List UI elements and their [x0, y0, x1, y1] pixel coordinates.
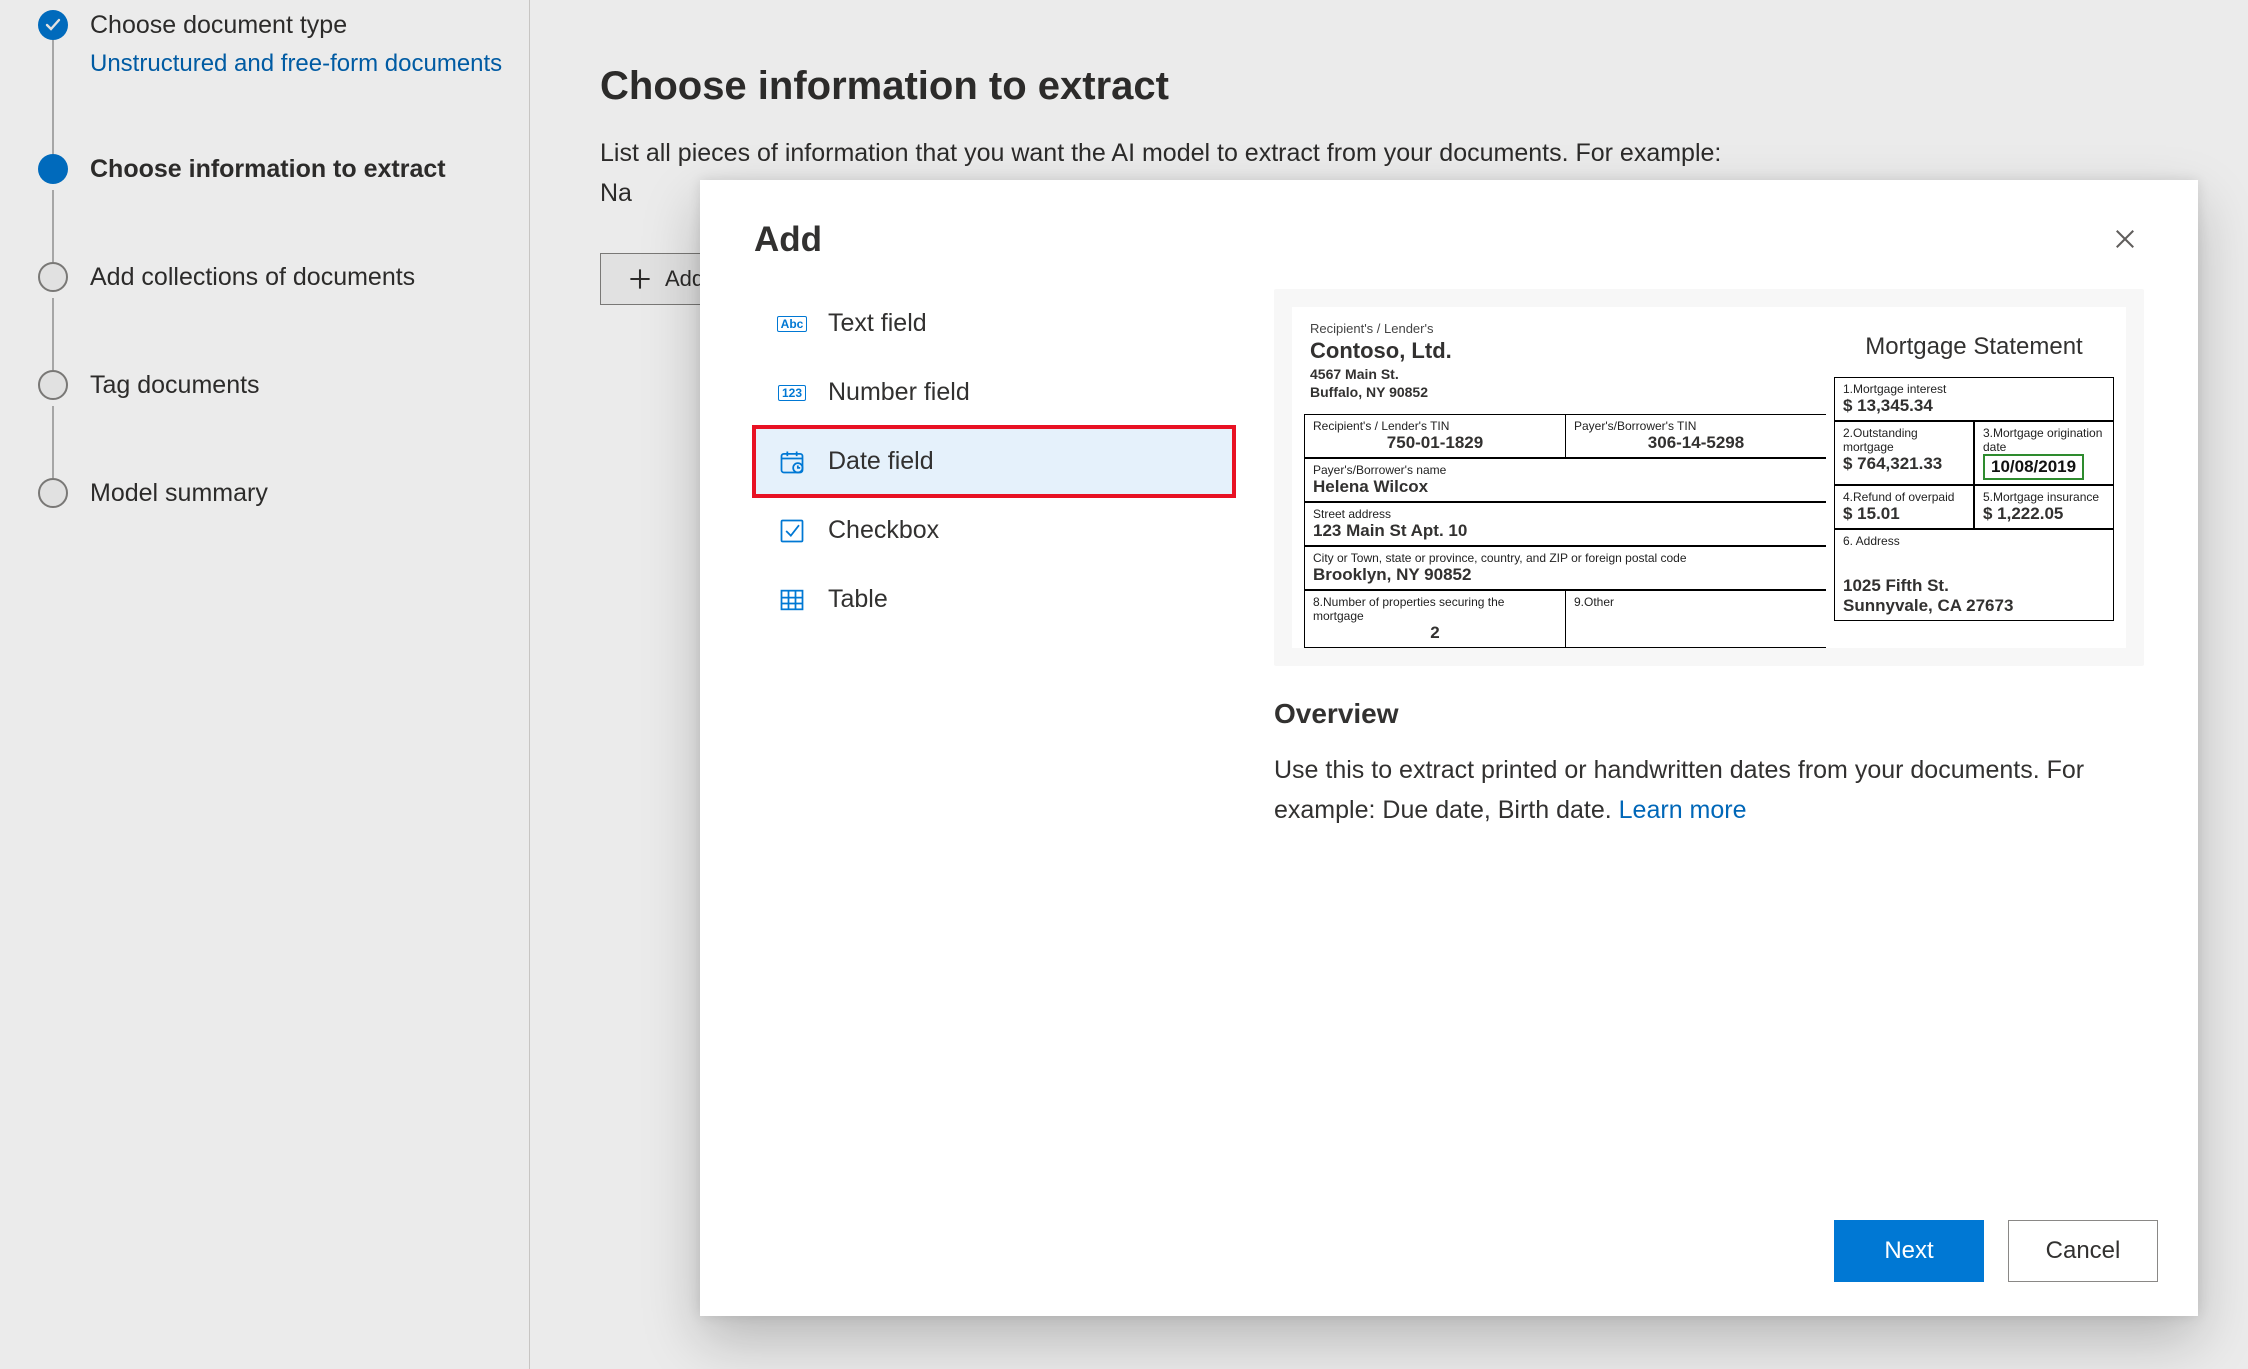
step-title: Tag documents [90, 371, 260, 400]
doc-value: Brooklyn, NY 90852 [1313, 565, 1818, 585]
step-title: Add collections of documents [90, 263, 415, 292]
doc-label: Recipient's / Lender's TIN [1313, 419, 1557, 433]
add-button-label: Add [665, 266, 704, 292]
step-title: Choose document type [90, 11, 502, 40]
todo-step-icon [38, 370, 68, 400]
doc-value: 750-01-1829 [1313, 433, 1557, 453]
doc-value: $ 15.01 [1843, 504, 1965, 524]
doc-addr2: Buffalo, NY 90852 [1310, 384, 1820, 400]
plus-icon [629, 268, 651, 290]
doc-value: 1025 Fifth St. [1843, 576, 2105, 596]
doc-value: 306-14-5298 [1574, 433, 1818, 453]
calendar-icon [778, 448, 806, 476]
close-button[interactable] [2106, 220, 2144, 261]
doc-heading: Mortgage Statement [1834, 333, 2114, 361]
wizard-stepper: Choose document type Unstructured and fr… [0, 0, 530, 1369]
doc-label: 9.Other [1574, 595, 1818, 609]
step-add-collections[interactable]: Add collections of documents [38, 262, 529, 298]
doc-label: 5.Mortgage insurance [1983, 490, 2105, 504]
doc-label: 3.Mortgage origination date [1983, 426, 2105, 454]
close-icon [2114, 228, 2136, 250]
step-subtitle[interactable]: Unstructured and free-form documents [90, 46, 502, 82]
type-label: Table [828, 585, 888, 614]
doc-label: 1.Mortgage interest [1843, 382, 2105, 396]
overview-heading: Overview [1274, 698, 2144, 730]
doc-addr1: 4567 Main St. [1310, 366, 1820, 382]
doc-label: Street address [1313, 507, 1818, 521]
table-icon [778, 586, 806, 614]
modal-title: Add [754, 220, 822, 260]
type-number-field[interactable]: 123 Number field [754, 358, 1234, 427]
doc-recipient-label: Recipient's / Lender's [1310, 321, 1820, 336]
todo-step-icon [38, 478, 68, 508]
doc-value: $ 13,345.34 [1843, 396, 2105, 416]
todo-step-icon [38, 262, 68, 292]
next-button[interactable]: Next [1834, 1220, 1984, 1282]
number-icon: 123 [778, 379, 806, 407]
step-title: Choose information to extract [90, 155, 446, 184]
doc-value: $ 1,222.05 [1983, 504, 2105, 524]
learn-more-link[interactable]: Learn more [1619, 796, 1747, 824]
document-preview: Recipient's / Lender's Contoso, Ltd. 456… [1274, 289, 2144, 666]
type-label: Number field [828, 378, 970, 407]
check-icon [38, 10, 68, 40]
doc-label: 2.Outstanding mortgage [1843, 426, 1965, 454]
doc-value: 2 [1313, 623, 1557, 643]
doc-value: Helena Wilcox [1313, 477, 1818, 497]
text-icon: Abc [778, 310, 806, 338]
doc-company: Contoso, Ltd. [1310, 338, 1820, 364]
doc-label: 8.Number of properties securing the mort… [1313, 595, 1557, 623]
overview-text: Use this to extract printed or handwritt… [1274, 750, 2144, 830]
doc-label: 4.Refund of overpaid [1843, 490, 1965, 504]
doc-label: Payer's/Borrower's name [1313, 463, 1818, 477]
type-label: Date field [828, 447, 934, 476]
type-date-field[interactable]: Date field [754, 427, 1234, 496]
doc-label: Payer's/Borrower's TIN [1574, 419, 1818, 433]
step-choose-info[interactable]: Choose information to extract [38, 154, 529, 190]
type-label: Checkbox [828, 516, 939, 545]
page-title: Choose information to extract [600, 64, 2178, 109]
type-detail-panel: Recipient's / Lender's Contoso, Ltd. 456… [1274, 289, 2144, 1192]
doc-label: 6. Address [1843, 534, 2105, 548]
checkbox-icon [778, 517, 806, 545]
type-table[interactable]: Table [754, 565, 1234, 634]
type-checkbox[interactable]: Checkbox [754, 496, 1234, 565]
doc-value: Sunnyvale, CA 27673 [1843, 596, 2105, 616]
field-type-list: Abc Text field 123 Number field Date fie… [754, 289, 1234, 1192]
step-model-summary[interactable]: Model summary [38, 478, 529, 514]
active-step-icon [38, 154, 68, 184]
add-field-modal: Add Abc Text field 123 Number field Date… [700, 180, 2198, 1316]
type-text-field[interactable]: Abc Text field [754, 289, 1234, 358]
step-tag-documents[interactable]: Tag documents [38, 370, 529, 406]
doc-value: 123 Main St Apt. 10 [1313, 521, 1818, 541]
step-choose-doc-type[interactable]: Choose document type Unstructured and fr… [38, 10, 529, 82]
doc-highlighted-date: 10/08/2019 [1983, 454, 2084, 480]
type-label: Text field [828, 309, 927, 338]
cancel-button[interactable]: Cancel [2008, 1220, 2158, 1282]
step-title: Model summary [90, 479, 268, 508]
doc-value: $ 764,321.33 [1843, 454, 1965, 474]
doc-label: City or Town, state or province, country… [1313, 551, 1818, 565]
